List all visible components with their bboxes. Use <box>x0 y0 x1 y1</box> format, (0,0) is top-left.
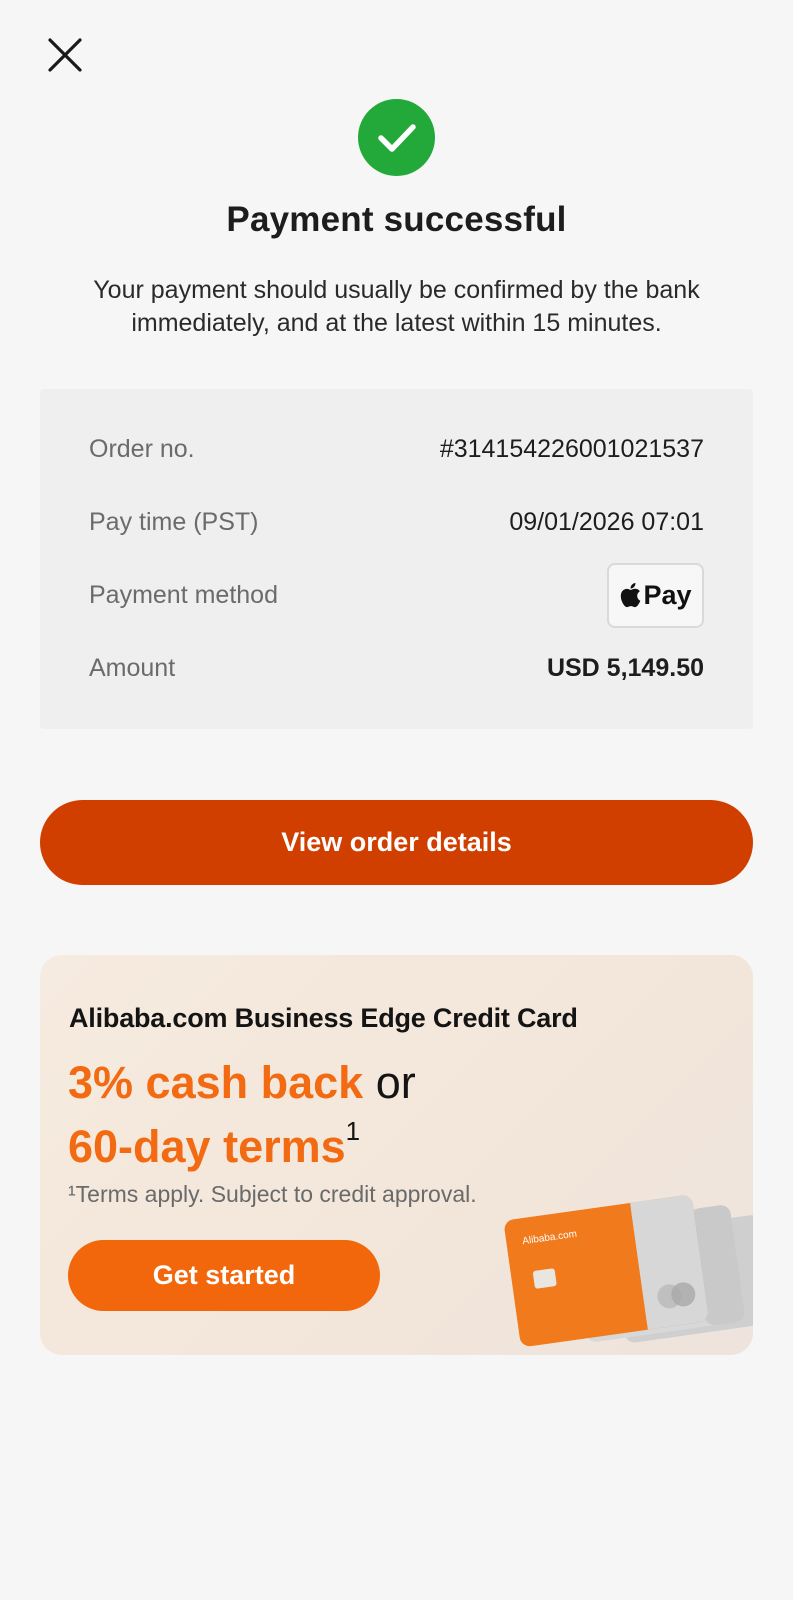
detail-row-pay-time: Pay time (PST) 09/01/2026 07:01 <box>89 502 704 542</box>
view-order-details-button[interactable]: View order details <box>40 800 753 885</box>
payment-details-panel: Order no. #314154226001021537 Pay time (… <box>40 389 753 729</box>
credit-card-promo-banner[interactable]: Alibaba.com Business Edge Credit Card 3%… <box>40 955 753 1355</box>
page-title: Payment successful <box>226 200 567 239</box>
close-button[interactable] <box>40 30 90 80</box>
apple-pay-badge: Pay <box>607 562 704 628</box>
order-no-value: #314154226001021537 <box>439 434 704 463</box>
terms-text: 60-day terms <box>68 1121 346 1172</box>
payment-method-label: Payment method <box>89 580 278 609</box>
detail-row-amount: Amount USD 5,149.50 <box>89 648 704 688</box>
promo-headline: 3% cash back or 60-day terms1 <box>68 1055 416 1174</box>
or-text: or <box>375 1057 416 1108</box>
close-icon <box>48 38 82 72</box>
cash-back-text: 3% cash back <box>68 1057 364 1108</box>
check-circle-icon <box>358 99 435 176</box>
promo-title: Alibaba.com Business Edge Credit Card <box>69 1003 578 1033</box>
credit-card-image: Alibaba.com <box>504 1195 753 1347</box>
amount-label: Amount <box>89 653 176 682</box>
footnote-marker: 1 <box>345 1116 361 1146</box>
payment-success-sheet: Payment successful Your payment should u… <box>0 0 793 1600</box>
detail-row-payment-method: Payment method Pay <box>89 562 704 628</box>
pay-text: Pay <box>643 579 692 610</box>
detail-row-order-no: Order no. #314154226001021537 <box>89 429 704 469</box>
promo-disclaimer: ¹Terms apply. Subject to credit approval… <box>68 1181 477 1207</box>
get-started-button[interactable]: Get started <box>68 1240 380 1311</box>
pay-time-value: 09/01/2026 07:01 <box>509 507 704 536</box>
order-no-label: Order no. <box>89 434 195 463</box>
confirmation-message: Your payment should usually be confirmed… <box>93 276 700 337</box>
apple-icon <box>621 583 641 608</box>
amount-value: USD 5,149.50 <box>546 653 704 682</box>
pay-time-label: Pay time (PST) <box>89 507 259 536</box>
